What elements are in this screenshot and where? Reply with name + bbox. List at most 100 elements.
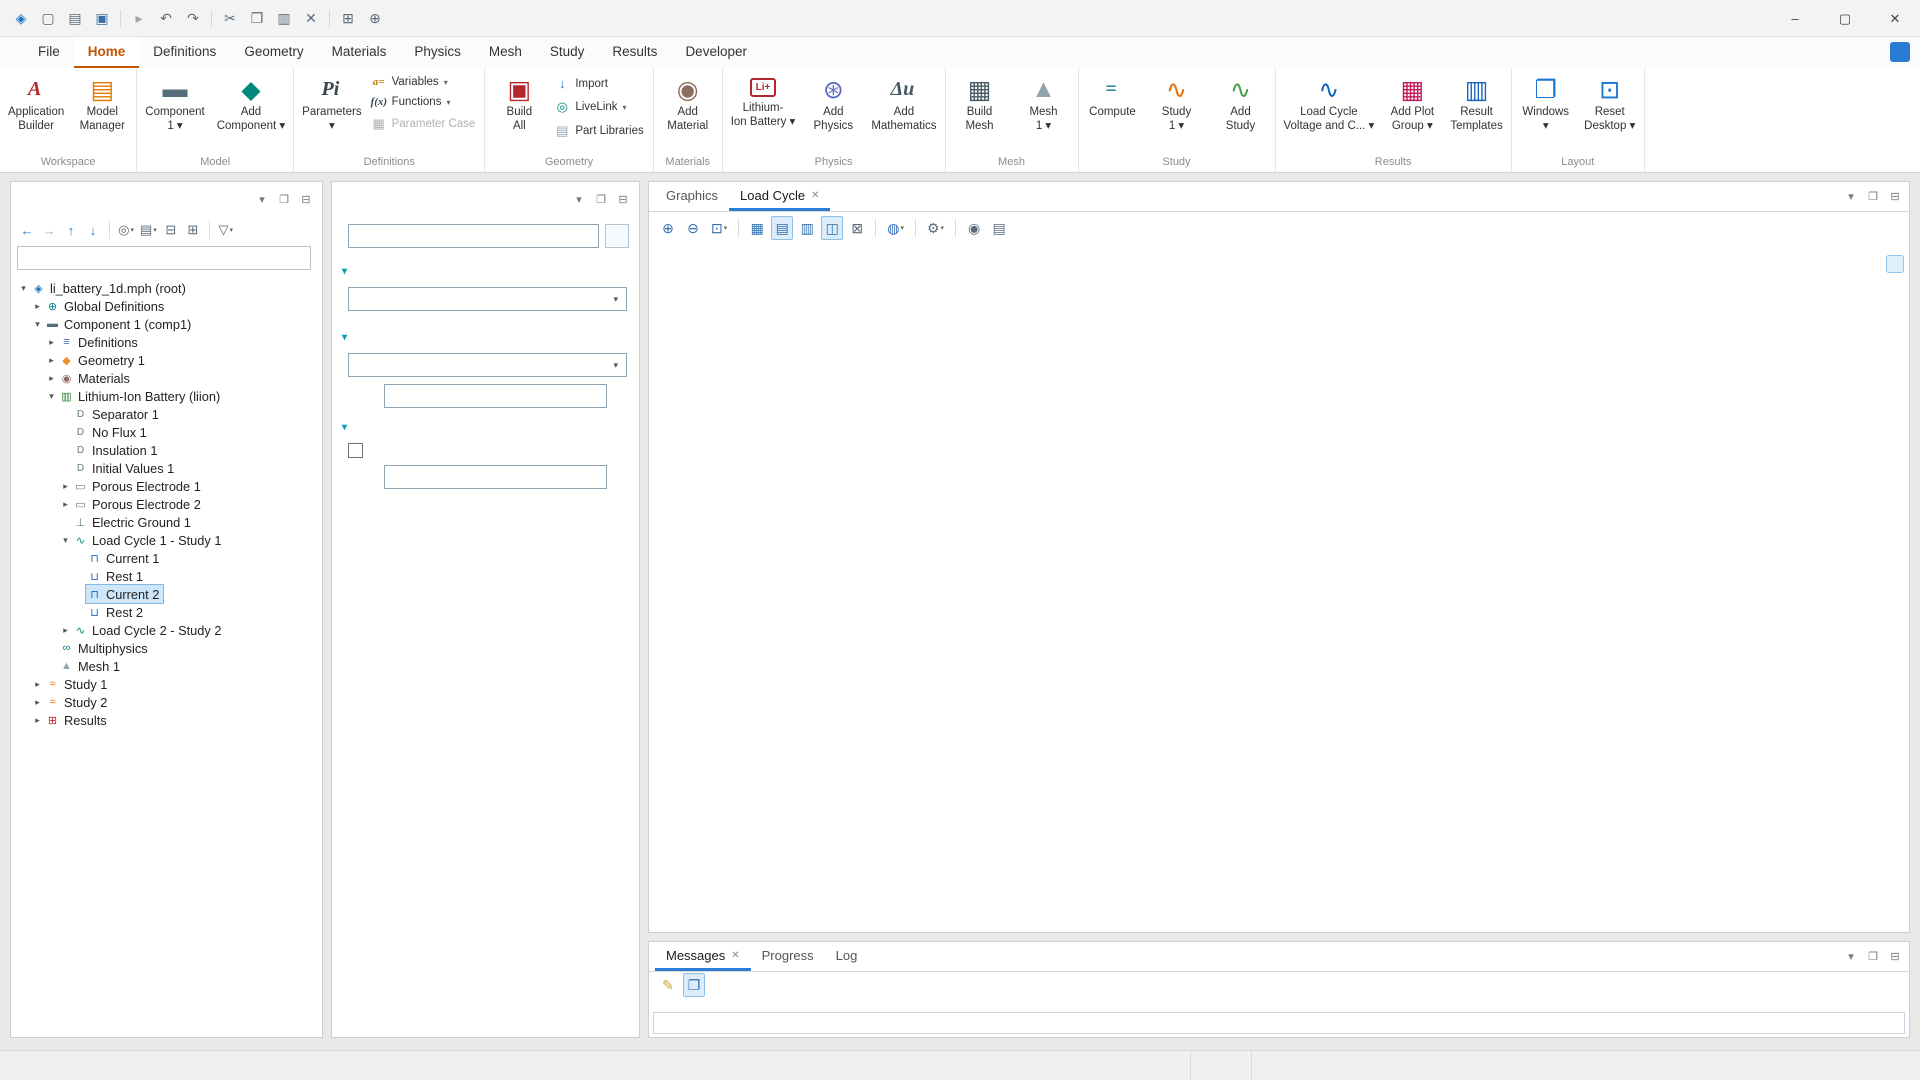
messages-tab-progress[interactable]: Progress: [751, 942, 825, 971]
tree-item-current-2[interactable]: ⊓Current 2: [11, 585, 322, 603]
tmax-input[interactable]: [384, 465, 607, 489]
tree-item-definitions[interactable]: ▸≡Definitions: [11, 333, 322, 351]
tree-item-study-2[interactable]: ▸≈Study 2: [11, 693, 322, 711]
menu-tab-file[interactable]: File: [24, 37, 74, 68]
tree-item-li-battery-1d-mph-root[interactable]: ▾◈li_battery_1d.mph (root): [11, 279, 322, 297]
maximize-button[interactable]: ▢: [1820, 0, 1870, 37]
equation-assumption-select[interactable]: ▾: [348, 287, 627, 311]
float-panel-icon[interactable]: ❐: [593, 191, 609, 207]
show-grid-button[interactable]: ▤: [771, 216, 793, 240]
close-tab-icon[interactable]: ✕: [731, 950, 739, 961]
mesh-1-button[interactable]: ▲Mesh1 ▾: [1013, 70, 1075, 155]
tree-item-materials[interactable]: ▸◉Materials: [11, 369, 322, 387]
menu-tab-geometry[interactable]: Geometry: [230, 37, 317, 68]
tree-item-electric-ground-1[interactable]: ⊥Electric Ground 1: [11, 513, 322, 531]
tree-item-geometry-1[interactable]: ▸◆Geometry 1: [11, 351, 322, 369]
tree-item-results[interactable]: ▸⊞Results: [11, 711, 322, 729]
expand-arrow-icon[interactable]: ▸: [59, 625, 72, 636]
tree-item-no-flux-1[interactable]: DNo Flux 1: [11, 423, 322, 441]
close-tab-icon[interactable]: ✕: [811, 190, 819, 201]
iset-input[interactable]: [384, 384, 607, 408]
show-axes-button[interactable]: ▥: [796, 216, 818, 240]
collapse-arrow-icon[interactable]: ▾: [17, 283, 30, 294]
menu-tab-study[interactable]: Study: [536, 37, 599, 68]
panel-menu-chevron-icon[interactable]: ▾: [254, 191, 270, 207]
continuation-section-header[interactable]: ▾: [332, 414, 639, 437]
expand-arrow-icon[interactable]: ▸: [59, 499, 72, 510]
new-file-button[interactable]: ▢: [35, 6, 61, 32]
print-button[interactable]: ▤: [988, 216, 1010, 240]
messages-tab-log[interactable]: Log: [825, 942, 869, 971]
tree-settings-button[interactable]: ▤▾: [138, 219, 159, 241]
menu-tab-physics[interactable]: Physics: [400, 37, 475, 68]
windows-button[interactable]: ❐Windows▾: [1515, 70, 1577, 155]
component-1-button[interactable]: ▬Component1 ▾: [140, 70, 209, 155]
pin-panel-icon[interactable]: ⊟: [1887, 189, 1903, 205]
plot-settings-button[interactable]: ⚙▾: [923, 216, 948, 240]
tree-item-current-1[interactable]: ⊓Current 1: [11, 549, 322, 567]
move-down-button[interactable]: ↓: [83, 219, 103, 241]
tree-item-component-1-comp1[interactable]: ▾▬Component 1 (comp1): [11, 315, 322, 333]
paste-button[interactable]: ▥: [271, 6, 297, 32]
show-hide-button[interactable]: ◎▾: [116, 219, 136, 241]
cut-button[interactable]: ✂: [217, 6, 243, 32]
run-button[interactable]: ▸: [126, 6, 152, 32]
undo-button[interactable]: ↶: [153, 6, 179, 32]
current-section-header[interactable]: ▾: [332, 324, 639, 347]
forward-button[interactable]: →: [39, 219, 59, 241]
import-button[interactable]: ↓Import: [552, 74, 649, 93]
save-button[interactable]: ▣: [89, 6, 115, 32]
collapse-arrow-icon[interactable]: ▾: [59, 535, 72, 546]
default-view-button[interactable]: ▦: [746, 216, 768, 240]
transparency-button[interactable]: ◍▾: [883, 216, 908, 240]
label-input[interactable]: [348, 224, 599, 248]
delete-button[interactable]: ✕: [298, 6, 324, 32]
float-panel-icon[interactable]: ❐: [276, 191, 292, 207]
menu-tab-materials[interactable]: Materials: [318, 37, 401, 68]
float-panel-icon[interactable]: ❐: [1865, 949, 1881, 965]
table-options-button[interactable]: ⊞: [335, 6, 361, 32]
add-plot-group-button[interactable]: ▦Add PlotGroup ▾: [1381, 70, 1443, 155]
expand-arrow-icon[interactable]: ▸: [31, 301, 44, 312]
build-all-button[interactable]: ▣BuildAll: [488, 70, 550, 155]
float-panel-icon[interactable]: ❐: [1865, 189, 1881, 205]
zoom-out-button[interactable]: ⊖: [682, 216, 704, 240]
plot-properties-button[interactable]: [1886, 255, 1904, 273]
help-button[interactable]: [1890, 42, 1910, 62]
copy-log-button[interactable]: ❐: [683, 973, 705, 997]
menu-tab-developer[interactable]: Developer: [671, 37, 761, 68]
lithium-ion-battery-button[interactable]: Li+Lithium-Ion Battery ▾: [726, 70, 801, 155]
pin-panel-icon[interactable]: ⊟: [1887, 949, 1903, 965]
filter-tree-button[interactable]: ▽▾: [216, 219, 236, 241]
snapshot-button[interactable]: ◉: [963, 216, 985, 240]
expand-arrow-icon[interactable]: ▸: [45, 355, 58, 366]
application-builder-button[interactable]: AApplicationBuilder: [3, 70, 69, 155]
add-physics-button[interactable]: ⊛AddPhysics: [802, 70, 864, 155]
parameters-button[interactable]: PiParameters▾: [297, 70, 366, 155]
expand-arrow-icon[interactable]: ▸: [45, 337, 58, 348]
add-component-button[interactable]: ◆AddComponent ▾: [212, 70, 290, 155]
expand-arrow-icon[interactable]: ▸: [45, 373, 58, 384]
pin-panel-icon[interactable]: ⊟: [298, 191, 314, 207]
close-button[interactable]: ✕: [1870, 0, 1920, 37]
tree-item-load-cycle-2-study-2[interactable]: ▸∿Load Cycle 2 - Study 2: [11, 621, 322, 639]
tree-item-rest-2[interactable]: ⊔Rest 2: [11, 603, 322, 621]
pin-panel-icon[interactable]: ⊟: [615, 191, 631, 207]
reset-desktop-button[interactable]: ⊡ResetDesktop ▾: [1579, 70, 1641, 155]
expand-arrow-icon[interactable]: ▸: [31, 697, 44, 708]
add-mathematics-button[interactable]: ΔuAddMathematics: [866, 70, 941, 155]
tree-item-separator-1[interactable]: DSeparator 1: [11, 405, 322, 423]
label-options-button[interactable]: [605, 224, 629, 248]
expand-arrow-icon[interactable]: ▸: [59, 481, 72, 492]
comsol-logo[interactable]: ◈: [8, 6, 34, 32]
model-manager-button[interactable]: ▤ModelManager: [71, 70, 133, 155]
variables-button[interactable]: a=Variables▾: [369, 74, 482, 90]
collapse-all-button[interactable]: ⊟: [161, 219, 181, 241]
clear-log-button[interactable]: ✎: [657, 973, 679, 997]
tree-item-rest-1[interactable]: ⊔Rest 1: [11, 567, 322, 585]
messages-tab-messages[interactable]: Messages✕: [655, 942, 751, 971]
search-button[interactable]: ⊕: [362, 6, 388, 32]
tree-item-mesh-1[interactable]: ▲Mesh 1: [11, 657, 322, 675]
tree-item-study-1[interactable]: ▸≈Study 1: [11, 675, 322, 693]
menu-tab-results[interactable]: Results: [598, 37, 671, 68]
